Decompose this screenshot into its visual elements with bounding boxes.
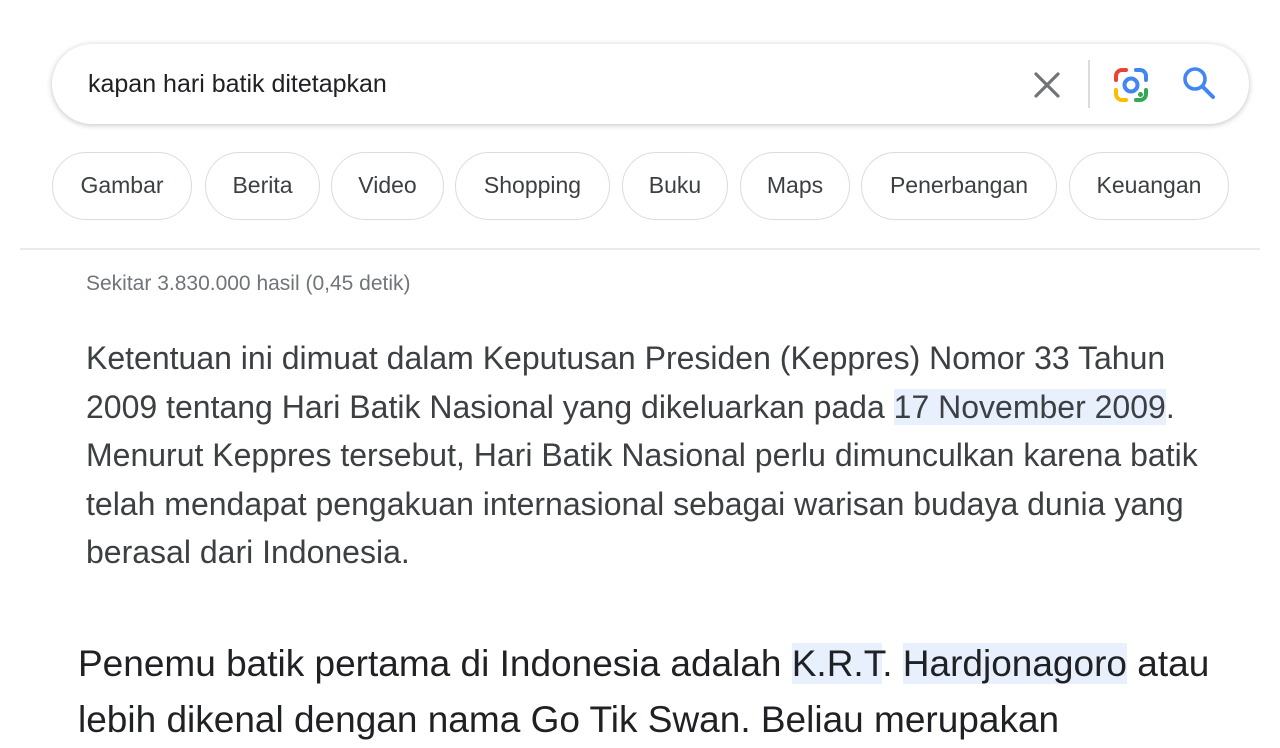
chip-berita[interactable]: Berita [205, 152, 320, 220]
chip-maps[interactable]: Maps [740, 152, 850, 220]
snippet-highlight: Hardjonagoro [902, 643, 1127, 684]
chip-video[interactable]: Video [331, 152, 444, 220]
header-divider [20, 248, 1260, 250]
snippet-text: . [882, 643, 903, 684]
result-stats: Sekitar 3.830.000 hasil (0,45 detik) [86, 272, 411, 295]
snippet-text: Penemu batik pertama di Indonesia adalah [78, 643, 792, 684]
close-icon [1034, 72, 1060, 98]
search-input[interactable]: kapan hari batik ditetapkan [88, 44, 387, 124]
search-icon [1183, 67, 1215, 99]
featured-snippet: Ketentuan ini dimuat dalam Keputusan Pre… [86, 334, 1206, 577]
google-lens-icon [1114, 68, 1148, 102]
chip-shopping[interactable]: Shopping [455, 152, 610, 220]
google-lens-button[interactable] [1112, 66, 1150, 104]
snippet-highlight: K.R.T [791, 643, 883, 684]
chip-keuangan[interactable]: Keuangan [1069, 152, 1229, 220]
chip-gambar[interactable]: Gambar [52, 152, 192, 220]
chip-buku[interactable]: Buku [622, 152, 728, 220]
chip-penerbangan[interactable]: Penerbangan [861, 152, 1057, 220]
search-box-divider [1088, 60, 1090, 108]
clear-search-button[interactable] [1030, 68, 1064, 102]
snippet-highlight: 17 November 2009 [893, 388, 1166, 425]
answer-snippet: Penemu batik pertama di Indonesia adalah… [78, 636, 1268, 748]
search-filter-chips: Gambar Berita Video Shopping Buku Maps P… [52, 152, 1252, 222]
search-box[interactable]: kapan hari batik ditetapkan [52, 44, 1249, 124]
search-button[interactable] [1180, 64, 1218, 102]
